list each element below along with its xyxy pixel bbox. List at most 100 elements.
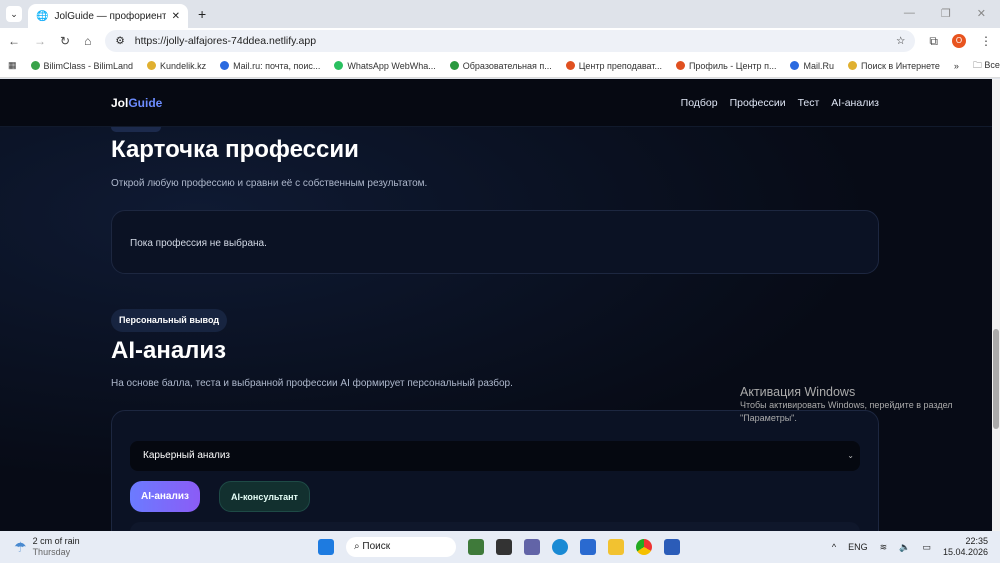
forward-icon[interactable]: → <box>34 34 46 48</box>
scrollbar-thumb[interactable] <box>993 329 999 429</box>
nav-link-professions[interactable]: Профессии <box>730 97 786 109</box>
edge-icon[interactable] <box>552 539 568 555</box>
ai-output-panel <box>130 522 860 531</box>
bookmark-label: Mail.Ru <box>803 60 834 71</box>
back-icon[interactable]: ← <box>8 34 20 48</box>
bookmark-item[interactable]: Центр преподават... <box>565 60 662 71</box>
bookmark-item[interactable]: Kundelik.kz <box>147 61 206 71</box>
nav-link-podbor[interactable]: Подбор <box>681 97 718 109</box>
address-bar[interactable]: ⚙ https://jolly-alfajores-74ddea.netlify… <box>105 30 916 52</box>
windows-start-icon[interactable] <box>318 539 334 555</box>
watermark-text: Чтобы активировать Windows, перейдите в … <box>740 400 953 423</box>
analysis-type-select[interactable]: Карьерный анализ ⌄ <box>130 441 860 471</box>
bookmarks-bar: ▦ BilimClass - BilimLand Kundelik.kz Mail.… <box>0 54 1000 78</box>
teams-icon[interactable] <box>524 539 540 555</box>
profession-card: Пока профессия не выбрана. <box>111 210 879 274</box>
globe-icon: 🌐 <box>36 10 49 22</box>
battery-icon[interactable]: ▭ <box>922 542 931 553</box>
profile-avatar[interactable]: O <box>952 34 966 48</box>
file-explorer-icon[interactable] <box>608 539 624 555</box>
bookmark-item[interactable]: Mail.Ru <box>790 61 834 71</box>
bookmark-label: Профиль - Центр п... <box>688 60 777 71</box>
bookmark-label: Центр преподават... <box>578 60 662 71</box>
outlook-icon[interactable] <box>580 539 596 555</box>
chrome-icon[interactable] <box>636 539 652 555</box>
bookmark-label: Mail.ru: почта, поис... <box>233 60 321 71</box>
tab-search-button[interactable]: ⌄ <box>6 6 22 22</box>
search-placeholder: Поиск <box>362 541 391 552</box>
chevron-down-icon: ⌄ <box>847 451 854 460</box>
home-icon[interactable]: ⌂ <box>84 34 91 48</box>
site-settings-icon[interactable]: ⚙ <box>115 35 124 47</box>
ai-subtitle: На основе балла, теста и выбранной профе… <box>111 378 513 389</box>
time: 22:35 <box>965 536 988 546</box>
section-badge-partial <box>111 127 161 132</box>
apps-icon[interactable]: ▦ <box>8 60 17 71</box>
bookmark-item[interactable]: Поиск в Интернете <box>847 60 940 71</box>
weather-day: Thursday <box>32 547 71 557</box>
logo-part-1: Jol <box>111 95 129 110</box>
bookmark-label: Kundelik.kz <box>160 60 207 71</box>
web-page: JolGuide Подбор Профессии Тест AI-анализ… <box>0 79 992 531</box>
language-indicator[interactable]: ENG <box>848 542 868 552</box>
bookmark-favicon-icon <box>220 61 230 70</box>
profession-title: Карточка профессии <box>111 136 359 163</box>
wifi-icon[interactable]: ≋ <box>880 542 888 553</box>
close-window-button[interactable]: ✕ <box>977 7 986 20</box>
bookmark-item[interactable]: Mail.ru: почта, поис... <box>220 61 320 71</box>
reload-icon[interactable]: ↻ <box>60 34 70 48</box>
site-logo[interactable]: JolGuide <box>111 96 162 110</box>
task-view-icon[interactable] <box>496 539 512 555</box>
nav-link-ai[interactable]: AI-анализ <box>831 97 879 109</box>
section-badge: Персональный вывод <box>111 309 228 332</box>
nav-link-test[interactable]: Тест <box>798 97 820 109</box>
taskbar-search[interactable]: ⌕ Поиск <box>346 537 456 557</box>
all-bookmarks[interactable]: 🗀 Все закладки <box>973 58 1000 74</box>
minimize-button[interactable]: — <box>904 7 915 20</box>
bookmark-favicon-icon <box>334 61 344 70</box>
bookmark-item[interactable]: Образовательная п... <box>449 60 552 71</box>
bookmark-favicon-icon <box>790 61 800 70</box>
clock[interactable]: 22:35 15.04.2026 <box>943 536 988 558</box>
select-value: Карьерный анализ <box>143 450 231 461</box>
tab-title: JolGuide — профориентация <box>54 10 166 22</box>
bookmark-favicon-icon <box>147 61 157 70</box>
browser-toolbar: ← → ↻ ⌂ ⚙ https://jolly-alfajores-74ddea… <box>0 28 1000 54</box>
bookmark-favicon-icon <box>565 61 575 70</box>
browser-tab[interactable]: 🌐 JolGuide — профориентация ✕ <box>28 4 188 28</box>
bookmark-label: Поиск в Интернете <box>860 60 940 71</box>
all-bookmarks-label: Все закладки <box>984 59 1000 70</box>
extensions-icon[interactable]: ⧉ <box>929 34 938 49</box>
ai-consultant-button[interactable]: AI-консультант <box>219 481 310 512</box>
bookmark-favicon-icon <box>847 61 857 70</box>
logo-part-2: Guide <box>128 95 163 110</box>
bookmark-star-icon[interactable]: ☆ <box>896 35 905 47</box>
ai-card: Карьерный анализ ⌄ AI-анализ AI-консульта… <box>111 410 879 531</box>
bookmark-label: BilimClass - BilimLand <box>43 60 134 71</box>
taskbar: ☂ 2 cm of rain Thursday ⌕ Поиск ^ ENG ≋ 🔈… <box>0 531 1000 563</box>
date: 15.04.2026 <box>942 547 988 557</box>
url-text[interactable]: https://jolly-alfajores-74ddea.netlify.a… <box>135 35 886 47</box>
new-tab-button[interactable]: + <box>198 6 206 22</box>
empty-profession-text: Пока профессия не выбрана. <box>130 238 267 249</box>
site-header: JolGuide Подбор Профессии Тест AI-анализ <box>0 79 992 127</box>
weather-text: 2 cm of rain <box>32 536 80 546</box>
ai-analysis-button[interactable]: AI-анализ <box>130 481 200 512</box>
bookmark-item[interactable]: WhatsApp WebWha... <box>334 61 436 71</box>
menu-icon[interactable]: ⋮ <box>980 34 992 48</box>
windows-activation-watermark: Активация Windows Чтобы активировать Win… <box>740 385 970 425</box>
volume-icon[interactable]: 🔈 <box>899 542 910 553</box>
more-bookmarks-icon[interactable]: » <box>954 61 959 71</box>
weather-widget[interactable]: ☂ 2 cm of rain Thursday <box>14 536 80 558</box>
bookmark-label: Образовательная п... <box>462 60 552 71</box>
word-icon[interactable] <box>664 539 680 555</box>
watermark-title: Активация Windows <box>740 385 856 399</box>
close-tab-icon[interactable]: ✕ <box>172 11 180 22</box>
tab-strip: ⌄ 🌐 JolGuide — профориентация ✕ + — ❐ ✕ <box>0 0 1000 28</box>
maximize-button[interactable]: ❐ <box>941 7 951 20</box>
tray-chevron-icon[interactable]: ^ <box>832 542 836 552</box>
page-scrollbar[interactable] <box>992 79 1000 531</box>
bookmark-item[interactable]: Профиль - Центр п... <box>675 60 777 71</box>
bookmark-item[interactable]: BilimClass - BilimLand <box>30 60 134 71</box>
trees-widget-icon[interactable] <box>468 539 484 555</box>
